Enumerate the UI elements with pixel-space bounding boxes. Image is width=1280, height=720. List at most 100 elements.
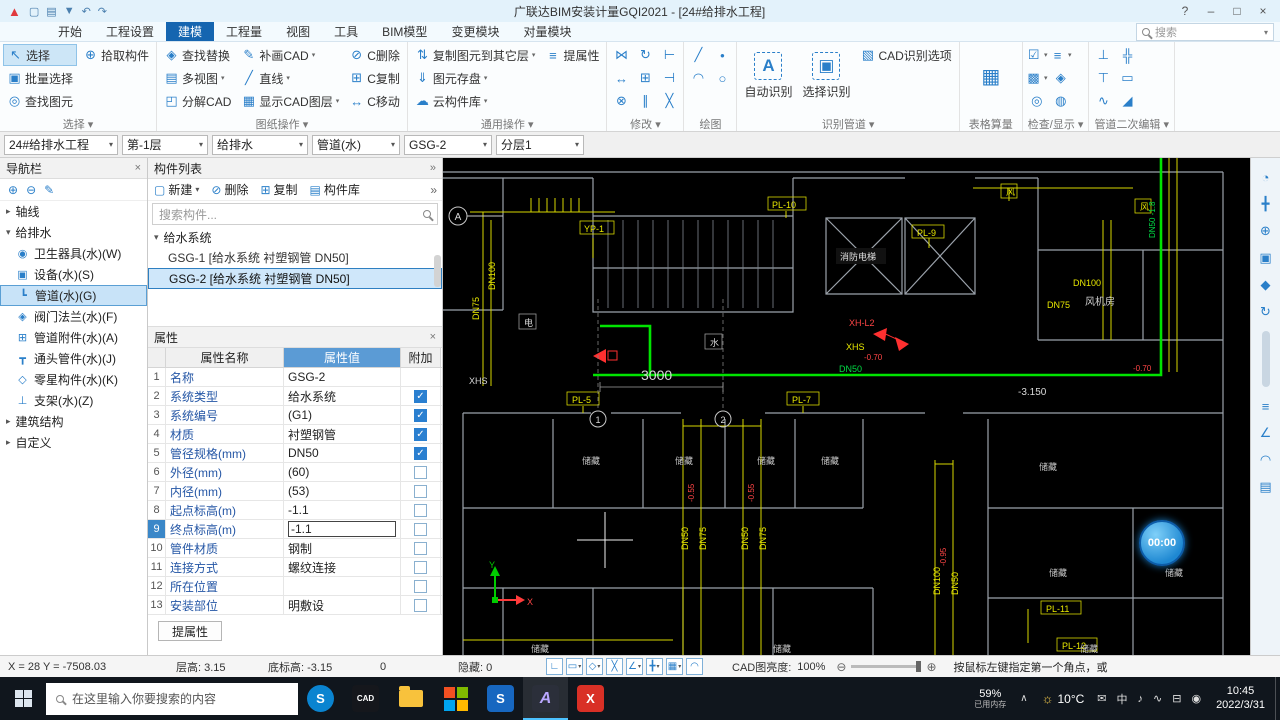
find-element-button[interactable]: ◎ 查找图元 xyxy=(3,90,77,112)
toolbar-overflow-icon[interactable]: » xyxy=(425,183,442,197)
property-value[interactable]: 明敷设 xyxy=(284,596,401,614)
x-app-icon[interactable]: X xyxy=(568,677,613,720)
attach-checkbox[interactable]: ✓ xyxy=(414,408,427,422)
attach-checkbox[interactable]: ✓ xyxy=(414,427,427,441)
extract-properties-button[interactable]: ≡ 提属性 xyxy=(541,44,603,66)
ime-icon[interactable]: 中 xyxy=(1112,691,1133,707)
edit-icon[interactable]: ✎ xyxy=(44,183,54,197)
taskbar-clock[interactable]: 10:45 2022/3/31 xyxy=(1206,685,1275,713)
zoom-extent-icon[interactable]: ▣ xyxy=(1255,247,1277,269)
floor-combo[interactable]: 第-1层 ▾ xyxy=(122,134,208,155)
line-button[interactable]: ╱ 直线 ▾ xyxy=(237,67,343,89)
cad-copy-button[interactable]: ⊞ C复制 xyxy=(345,67,404,89)
attach-checkbox[interactable]: ✓ xyxy=(414,446,427,460)
network-icon[interactable]: ∿ xyxy=(1148,692,1167,705)
tab-变更模块[interactable]: 变更模块 xyxy=(439,22,511,41)
cross-check-button[interactable]: ╬ xyxy=(1116,44,1138,66)
new-component-button[interactable]: ▢ 新建 ▾ xyxy=(148,179,205,201)
box-button[interactable]: ▭ xyxy=(1116,67,1138,89)
brightness-plus-icon[interactable]: ⊕ xyxy=(926,660,936,674)
legend-button[interactable]: ▩ ▾ xyxy=(1026,67,1048,89)
extract-properties-panel-button[interactable]: 提属性 xyxy=(158,621,222,641)
property-row-number[interactable]: 3 xyxy=(148,406,166,424)
collapse-icon[interactable]: ⊖ xyxy=(26,183,36,197)
property-row-number[interactable]: 10 xyxy=(148,539,166,557)
component-search-input[interactable]: 搜索构件... xyxy=(152,203,438,225)
property-value[interactable]: 钢制 xyxy=(284,539,401,557)
property-value[interactable]: 螺纹连接 xyxy=(284,558,401,576)
snap-angle-icon[interactable]: ∠ ▾ xyxy=(626,658,643,675)
close-button[interactable]: × xyxy=(1250,4,1276,18)
attach-checkbox[interactable] xyxy=(414,598,427,612)
property-row-number[interactable]: 7 xyxy=(148,482,166,500)
snap-arc-icon[interactable]: ◠ xyxy=(686,658,703,675)
component-item[interactable]: GSG-1 [给水系统 衬塑钢管 DN50] xyxy=(148,247,442,268)
property-attach-cell[interactable] xyxy=(401,577,441,595)
property-value[interactable]: GSG-2 xyxy=(284,368,401,386)
orbit-icon[interactable]: ◔ xyxy=(1255,166,1277,188)
wave-button[interactable]: ∿ xyxy=(1092,90,1114,112)
pan-icon[interactable]: ╋ xyxy=(1255,193,1277,215)
attach-checkbox[interactable] xyxy=(414,541,427,555)
undo-icon[interactable]: ↶ xyxy=(82,5,91,18)
weather-widget[interactable]: ☼ 10°C xyxy=(1034,691,1093,706)
close-icon[interactable]: × xyxy=(135,162,141,174)
property-value[interactable]: (60) xyxy=(284,463,401,481)
open-file-icon[interactable]: ▤ xyxy=(46,5,56,18)
cloud-check-button[interactable]: ◍ xyxy=(1050,90,1072,112)
table-calc-button[interactable]: ▦ xyxy=(963,44,1019,108)
explode-cad-button[interactable]: ◰ 分解CAD xyxy=(160,90,235,112)
copy-component-button[interactable]: ⊞ 复制 xyxy=(254,179,303,201)
property-row-number[interactable]: 13 xyxy=(148,596,166,614)
property-attach-cell[interactable] xyxy=(401,482,441,500)
batch-select-button[interactable]: ▣ 批量选择 xyxy=(3,67,77,89)
selected-pipe[interactable] xyxy=(593,158,1163,377)
snap-grid-icon[interactable]: ▦ ▾ xyxy=(666,658,683,675)
snap-box-icon[interactable]: ▭ ▾ xyxy=(566,658,583,675)
display-setting-button[interactable]: ≡ ▾ xyxy=(1050,44,1072,66)
component-item[interactable]: GSG-2 [给水系统 衬塑钢管 DN50] xyxy=(148,268,442,289)
trim-button[interactable]: ⊢ xyxy=(658,44,680,66)
component-group[interactable]: ▾ 给水系统 xyxy=(148,227,442,247)
glodon-app-icon[interactable]: A xyxy=(523,677,568,720)
memory-widget[interactable]: 59% 已用内存 xyxy=(966,688,1014,710)
nav-item-joint[interactable]: ┳ 通头管件(水)(J) xyxy=(0,348,147,369)
attach-checkbox[interactable] xyxy=(414,560,427,574)
view3d-icon[interactable]: ◆ xyxy=(1255,274,1277,296)
zoom-in-icon[interactable]: ⊕ xyxy=(1255,220,1277,242)
property-value[interactable]: -1.1 xyxy=(284,520,401,538)
component-combo[interactable]: GSG-2 ▾ xyxy=(404,134,492,155)
property-row-number[interactable]: 1 xyxy=(148,368,166,386)
attach-checkbox[interactable] xyxy=(414,522,427,536)
mirror-button[interactable]: ⋈ xyxy=(610,44,632,66)
move-button[interactable]: ↔ xyxy=(610,67,632,89)
nav-item-misc[interactable]: ◇ 零星构件(水)(K) xyxy=(0,369,147,390)
ribbon-search[interactable]: 搜索 ▾ xyxy=(1136,23,1274,41)
property-attach-cell[interactable] xyxy=(401,463,441,481)
offset-button[interactable]: ∥ xyxy=(634,90,656,112)
project-combo[interactable]: 24#给排水工程 ▾ xyxy=(4,134,118,155)
pick-component-button[interactable]: ⊕ 拾取构件 xyxy=(79,44,153,66)
copy-to-other-floor-button[interactable]: ⇅ 复制图元到其它层 ▾ xyxy=(411,44,540,66)
property-attach-cell[interactable] xyxy=(401,539,441,557)
cad-app-icon[interactable]: CAD xyxy=(343,677,388,720)
select-button[interactable]: ↖ 选择 xyxy=(3,44,78,66)
draw-point-button[interactable]: • xyxy=(711,44,733,66)
nav-item-pipe[interactable]: ┗ 管道(水)(G) xyxy=(0,285,147,306)
draw-circle-button[interactable]: ○ xyxy=(711,67,733,89)
measure-icon[interactable]: ∠ xyxy=(1255,422,1277,444)
scrollbar-thumb[interactable] xyxy=(1261,331,1270,387)
view-filter-button[interactable]: ◎ xyxy=(1026,90,1048,112)
property-value[interactable] xyxy=(284,577,401,595)
property-attach-cell[interactable]: ✓ xyxy=(401,444,441,462)
property-attach-cell[interactable] xyxy=(401,558,441,576)
property-row-number[interactable]: 2 xyxy=(148,387,166,405)
device-connect-button[interactable]: ⊤ xyxy=(1092,67,1114,89)
expand-icon[interactable]: ⊕ xyxy=(8,183,18,197)
tab-工具[interactable]: 工具 xyxy=(322,22,370,41)
start-button[interactable] xyxy=(0,677,46,720)
store-app-icon[interactable] xyxy=(433,677,478,720)
property-attach-cell[interactable]: ✓ xyxy=(401,406,441,424)
draw-line-button[interactable]: ╱ xyxy=(687,44,709,66)
multiview-button[interactable]: ▤ 多视图 ▾ xyxy=(160,67,235,89)
